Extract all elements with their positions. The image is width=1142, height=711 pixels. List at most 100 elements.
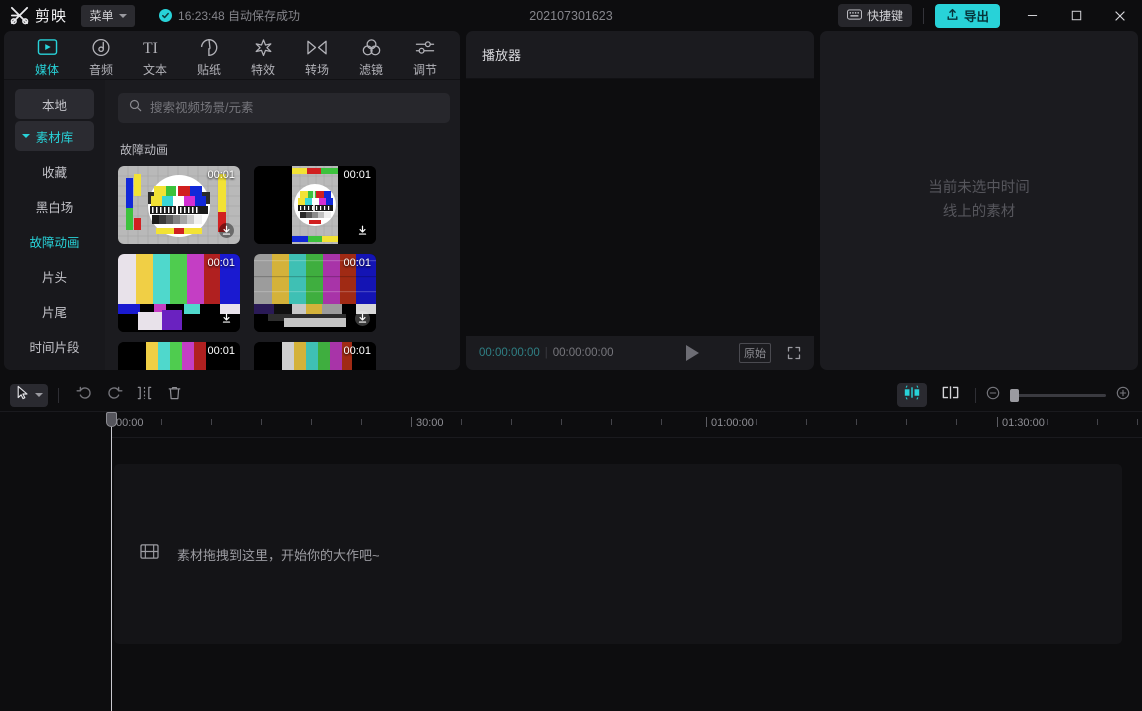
timeline-tracks[interactable]: 素材拖拽到这里，开始你的大作吧~ xyxy=(0,438,1142,711)
quality-button[interactable]: 原始 xyxy=(739,343,771,363)
effects-icon xyxy=(253,35,274,57)
sidebar-item-ending[interactable]: 片尾 xyxy=(15,296,94,326)
maximize-button[interactable] xyxy=(1054,0,1098,31)
library-item[interactable]: 00:01 xyxy=(254,342,376,370)
tab-label: 音频 xyxy=(89,61,113,78)
trash-icon xyxy=(167,385,182,406)
zoom-slider-handle[interactable] xyxy=(1010,389,1019,402)
tab-label: 贴纸 xyxy=(197,61,221,78)
tab-effects[interactable]: 特效 xyxy=(236,35,290,78)
sidebar-item-library[interactable]: 素材库 xyxy=(15,121,94,151)
auto-snap-icon xyxy=(903,385,921,405)
tab-audio[interactable]: 音频 xyxy=(74,35,128,78)
undo-icon xyxy=(76,385,93,405)
library-item[interactable]: 00:01 xyxy=(254,166,376,244)
tab-filter[interactable]: 滤镜 xyxy=(344,35,398,78)
empty-state-line2: 线上的素材 xyxy=(904,201,1054,225)
ruler-label: 01:00:00 xyxy=(711,417,754,429)
top-area: 媒体 音频 TI xyxy=(0,31,1142,374)
total-timecode: 00:00:00:00 xyxy=(553,347,614,359)
zoom-in-icon[interactable] xyxy=(1116,386,1130,405)
fullscreen-icon[interactable] xyxy=(787,346,801,360)
sidebar-item-glitch[interactable]: 故障动画 xyxy=(15,226,94,256)
library-item[interactable]: 00:01 xyxy=(118,166,240,244)
search-bar[interactable] xyxy=(118,93,450,123)
drop-zone-hint: 素材拖拽到这里，开始你的大作吧~ xyxy=(177,545,380,564)
zoom-slider[interactable] xyxy=(1010,394,1106,397)
window-controls xyxy=(1010,0,1142,31)
playhead-handle[interactable] xyxy=(106,412,117,427)
duration-badge: 00:01 xyxy=(207,257,235,269)
undo-button[interactable] xyxy=(69,383,99,407)
sidebar-item-label: 片头 xyxy=(42,267,67,286)
upload-icon xyxy=(946,8,959,24)
sidebar-item-label: 片尾 xyxy=(42,302,67,321)
sidebar-item-label: 黑白场 xyxy=(36,197,74,216)
chevron-down-icon xyxy=(119,14,127,18)
duration-badge: 00:01 xyxy=(343,257,371,269)
delete-button[interactable] xyxy=(159,383,189,407)
cursor-icon xyxy=(16,385,30,405)
timeline-toolbar xyxy=(0,379,1142,412)
filter-icon xyxy=(361,35,382,57)
close-button[interactable] xyxy=(1098,0,1142,31)
split-button[interactable] xyxy=(129,383,159,407)
sidebar-item-label: 素材库 xyxy=(36,127,74,146)
adjust-icon xyxy=(414,35,436,57)
zoom-out-icon[interactable] xyxy=(986,386,1000,405)
empty-state-line1: 当前未选中时间 xyxy=(904,177,1054,201)
menu-label: 菜单 xyxy=(90,7,114,24)
tab-label: 文本 xyxy=(143,61,167,78)
empty-state-message: 当前未选中时间 线上的素材 xyxy=(904,177,1054,225)
library-grid: 00:01 xyxy=(118,166,450,370)
autosave-status: 16:23:48 自动保存成功 xyxy=(159,7,300,24)
shortcuts-label: 快捷键 xyxy=(867,7,903,24)
player-title: 播放器 xyxy=(466,31,814,79)
adsorption-icon xyxy=(941,385,960,405)
sidebar-item-label: 时间片段 xyxy=(29,337,79,356)
tab-adjust[interactable]: 调节 xyxy=(398,35,452,78)
tab-media[interactable]: 媒体 xyxy=(20,35,74,78)
timeline-toolbar-right xyxy=(897,383,1130,407)
duration-badge: 00:01 xyxy=(207,169,235,181)
tab-label: 调节 xyxy=(413,61,437,78)
menu-button[interactable]: 菜单 xyxy=(81,5,135,27)
timeline-area: 00:00 30:00 01:00:00 01:30:00 xyxy=(0,379,1142,711)
timeline-drop-zone[interactable]: 素材拖拽到这里，开始你的大作吧~ xyxy=(114,464,1122,644)
divider xyxy=(975,388,976,403)
shortcuts-button[interactable]: 快捷键 xyxy=(838,4,912,27)
sidebar-item-opening[interactable]: 片头 xyxy=(15,261,94,291)
title-bar-right: 快捷键 导出 xyxy=(838,0,1142,31)
download-icon[interactable] xyxy=(354,310,371,327)
adsorption-button[interactable] xyxy=(935,383,965,407)
sidebar-item-local[interactable]: 本地 xyxy=(15,89,94,119)
brand-name: 剪映 xyxy=(35,5,67,26)
sidebar-item-timeclip[interactable]: 时间片段 xyxy=(15,331,94,361)
download-icon[interactable] xyxy=(218,222,235,239)
library-item[interactable]: 00:01 xyxy=(118,342,240,370)
sidebar-item-blackwhite[interactable]: 黑白场 xyxy=(15,191,94,221)
play-icon[interactable] xyxy=(686,345,699,361)
auto-snap-button[interactable] xyxy=(897,383,927,407)
search-icon xyxy=(129,99,142,117)
search-input[interactable] xyxy=(150,101,439,115)
tab-text[interactable]: TI 文本 xyxy=(128,35,182,78)
timeline-ruler[interactable]: 00:00 30:00 01:00:00 01:30:00 xyxy=(111,412,1142,438)
tab-sticker[interactable]: 贴纸 xyxy=(182,35,236,78)
tab-label: 媒体 xyxy=(35,61,59,78)
minimize-button[interactable] xyxy=(1010,0,1054,31)
export-button[interactable]: 导出 xyxy=(935,4,1000,28)
film-strip-icon xyxy=(140,543,159,565)
sidebar-item-label: 故障动画 xyxy=(29,232,79,251)
tab-transition[interactable]: 转场 xyxy=(290,35,344,78)
sidebar-item-favorites[interactable]: 收藏 xyxy=(15,156,94,186)
chevron-down-icon xyxy=(35,393,43,397)
player-canvas[interactable] xyxy=(466,79,814,336)
library-item[interactable]: 00:01 xyxy=(254,254,376,332)
download-icon[interactable] xyxy=(218,310,235,327)
library-item[interactable]: 00:01 xyxy=(118,254,240,332)
download-icon[interactable] xyxy=(354,222,371,239)
select-tool-button[interactable] xyxy=(10,384,48,407)
sticker-icon xyxy=(199,35,219,57)
redo-button[interactable] xyxy=(99,383,129,407)
